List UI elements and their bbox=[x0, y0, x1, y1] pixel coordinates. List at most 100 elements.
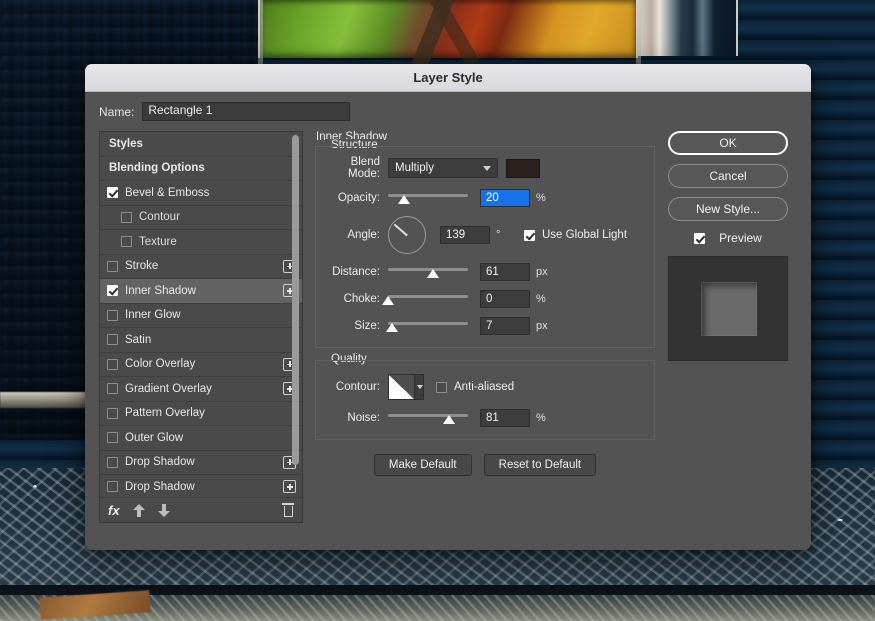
styles-list[interactable]: Styles Blending Options Bevel & Emboss Cont… bbox=[100, 132, 302, 497]
new-style-button[interactable]: New Style... bbox=[668, 197, 788, 221]
style-item-checkbox[interactable] bbox=[107, 309, 118, 321]
style-item-checkbox[interactable] bbox=[107, 358, 118, 370]
distance-value: 61 bbox=[486, 266, 499, 278]
style-item-label: Drop Shadow bbox=[125, 456, 195, 469]
noise-slider-track bbox=[388, 414, 468, 417]
blend-mode-row: Blend Mode: Multiply bbox=[322, 156, 644, 180]
style-list-item[interactable]: Drop Shadow bbox=[100, 475, 302, 497]
size-slider[interactable] bbox=[386, 319, 468, 333]
preview-checkbox[interactable] bbox=[694, 232, 706, 244]
style-item-label: Satin bbox=[125, 333, 152, 346]
use-global-light-row[interactable]: Use Global Light bbox=[524, 229, 627, 241]
contour-row: Contour: Anti-aliased bbox=[322, 374, 644, 400]
style-item-label: Stroke bbox=[125, 260, 159, 273]
shadow-color-swatch[interactable] bbox=[506, 158, 540, 178]
add-effect-plus-icon[interactable] bbox=[283, 480, 296, 494]
style-item-checkbox[interactable] bbox=[107, 187, 118, 199]
size-input[interactable]: 7 bbox=[480, 317, 530, 335]
angle-input[interactable]: 139 bbox=[440, 226, 490, 244]
contour-dropdown-arrow-icon[interactable] bbox=[413, 375, 424, 399]
style-list-item[interactable]: Outer Glow bbox=[100, 426, 302, 451]
opacity-slider-knob[interactable] bbox=[398, 195, 410, 204]
style-item-checkbox[interactable] bbox=[107, 285, 118, 297]
actions-column: OK Cancel New Style... Preview bbox=[667, 131, 789, 361]
blend-mode-select[interactable]: Multiply bbox=[388, 158, 498, 178]
angle-dial-needle bbox=[393, 224, 408, 237]
opacity-label: Opacity: bbox=[337, 192, 380, 204]
choke-input[interactable]: 0 bbox=[480, 290, 530, 308]
quality-group: Quality Contour: Anti-aliased Noise: 81 … bbox=[315, 353, 655, 476]
scrollbar-thumb[interactable] bbox=[292, 135, 299, 465]
style-list-item[interactable]: Bevel & Emboss bbox=[100, 181, 302, 206]
style-item-label: Inner Glow bbox=[125, 309, 181, 322]
distance-input[interactable]: 61 bbox=[480, 263, 530, 281]
style-list-item[interactable]: Inner Shadow bbox=[100, 279, 302, 304]
style-list-item[interactable]: Drop Shadow bbox=[100, 451, 302, 475]
ok-button[interactable]: OK bbox=[668, 131, 788, 155]
layer-name-input[interactable]: Rectangle 1 bbox=[142, 102, 351, 121]
reset-to-default-button[interactable]: Reset to Default bbox=[483, 454, 597, 476]
style-item-checkbox[interactable] bbox=[107, 407, 118, 419]
style-list-item[interactable]: Styles bbox=[100, 132, 302, 157]
style-item-checkbox[interactable] bbox=[121, 211, 132, 223]
opacity-input[interactable]: 20 bbox=[480, 189, 530, 207]
angle-dial[interactable] bbox=[388, 216, 426, 254]
arrow-up-icon[interactable] bbox=[132, 503, 145, 517]
use-global-light-checkbox[interactable] bbox=[524, 229, 535, 241]
style-item-checkbox[interactable] bbox=[107, 432, 118, 444]
distance-slider[interactable] bbox=[388, 265, 468, 279]
style-list-item[interactable]: Inner Glow bbox=[100, 304, 302, 328]
cancel-button[interactable]: Cancel bbox=[668, 164, 788, 188]
effect-settings-column: Inner Shadow Structure Blend Mode: Multi… bbox=[315, 131, 655, 488]
noise-slider-knob[interactable] bbox=[442, 415, 455, 424]
size-row: Size: 7 px bbox=[322, 317, 644, 335]
fx-icon[interactable]: fx bbox=[108, 503, 120, 518]
preview-shape bbox=[701, 282, 757, 336]
trash-icon[interactable] bbox=[282, 503, 294, 517]
style-list-item[interactable]: Blending Options bbox=[100, 157, 302, 181]
style-item-checkbox[interactable] bbox=[107, 383, 118, 395]
choke-slider[interactable] bbox=[382, 292, 468, 306]
anti-aliased-checkbox[interactable] bbox=[436, 381, 447, 393]
style-item-checkbox[interactable] bbox=[121, 236, 132, 248]
noise-input[interactable]: 81 bbox=[480, 409, 530, 427]
style-list-item[interactable]: Color Overlay bbox=[100, 353, 302, 377]
default-buttons-row: Make Default Reset to Default bbox=[315, 454, 655, 476]
angle-row: Angle: 139 ° Use Global Light bbox=[322, 216, 644, 254]
opacity-slider[interactable] bbox=[388, 191, 468, 205]
style-item-label: Drop Shadow bbox=[125, 480, 195, 493]
style-list-item[interactable]: Satin bbox=[100, 328, 302, 353]
anti-aliased-row[interactable]: Anti-aliased bbox=[436, 381, 514, 393]
choke-unit: % bbox=[536, 293, 546, 305]
contour-curve-thumbnail bbox=[389, 375, 414, 399]
make-default-button[interactable]: Make Default bbox=[373, 454, 472, 476]
distance-slider-knob[interactable] bbox=[426, 269, 439, 278]
style-item-label: Contour bbox=[139, 211, 180, 224]
size-label: Size: bbox=[354, 320, 380, 332]
size-slider-knob[interactable] bbox=[386, 323, 398, 332]
style-item-checkbox[interactable] bbox=[107, 456, 118, 468]
style-list-item[interactable]: Pattern Overlay bbox=[100, 402, 302, 426]
structure-legend: Structure bbox=[326, 139, 383, 151]
quality-legend: Quality bbox=[326, 353, 372, 365]
size-unit: px bbox=[536, 320, 548, 332]
style-item-checkbox[interactable] bbox=[107, 334, 118, 346]
style-list-item[interactable]: Gradient Overlay bbox=[100, 377, 302, 402]
style-list-item[interactable]: Contour bbox=[100, 206, 302, 230]
dialog-titlebar[interactable]: Layer Style bbox=[85, 64, 811, 92]
styles-list-scrollbar[interactable] bbox=[292, 135, 300, 465]
choke-slider-knob[interactable] bbox=[382, 296, 394, 305]
style-list-item[interactable]: Texture bbox=[100, 230, 302, 255]
styles-list-footer: fx bbox=[100, 497, 302, 522]
dialog-body: Name: Rectangle 1 Styles Blending Options… bbox=[85, 92, 811, 523]
arrow-down-icon[interactable] bbox=[157, 503, 170, 517]
style-list-item[interactable]: Stroke bbox=[100, 255, 302, 279]
style-item-checkbox[interactable] bbox=[107, 481, 118, 493]
noise-slider[interactable] bbox=[388, 411, 468, 425]
style-item-checkbox[interactable] bbox=[107, 260, 118, 272]
opacity-value: 20 bbox=[486, 192, 499, 204]
size-slider-track bbox=[388, 322, 468, 325]
choke-slider-track bbox=[388, 295, 468, 298]
preview-toggle-row[interactable]: Preview bbox=[694, 231, 762, 245]
contour-preset-select[interactable] bbox=[388, 374, 424, 400]
